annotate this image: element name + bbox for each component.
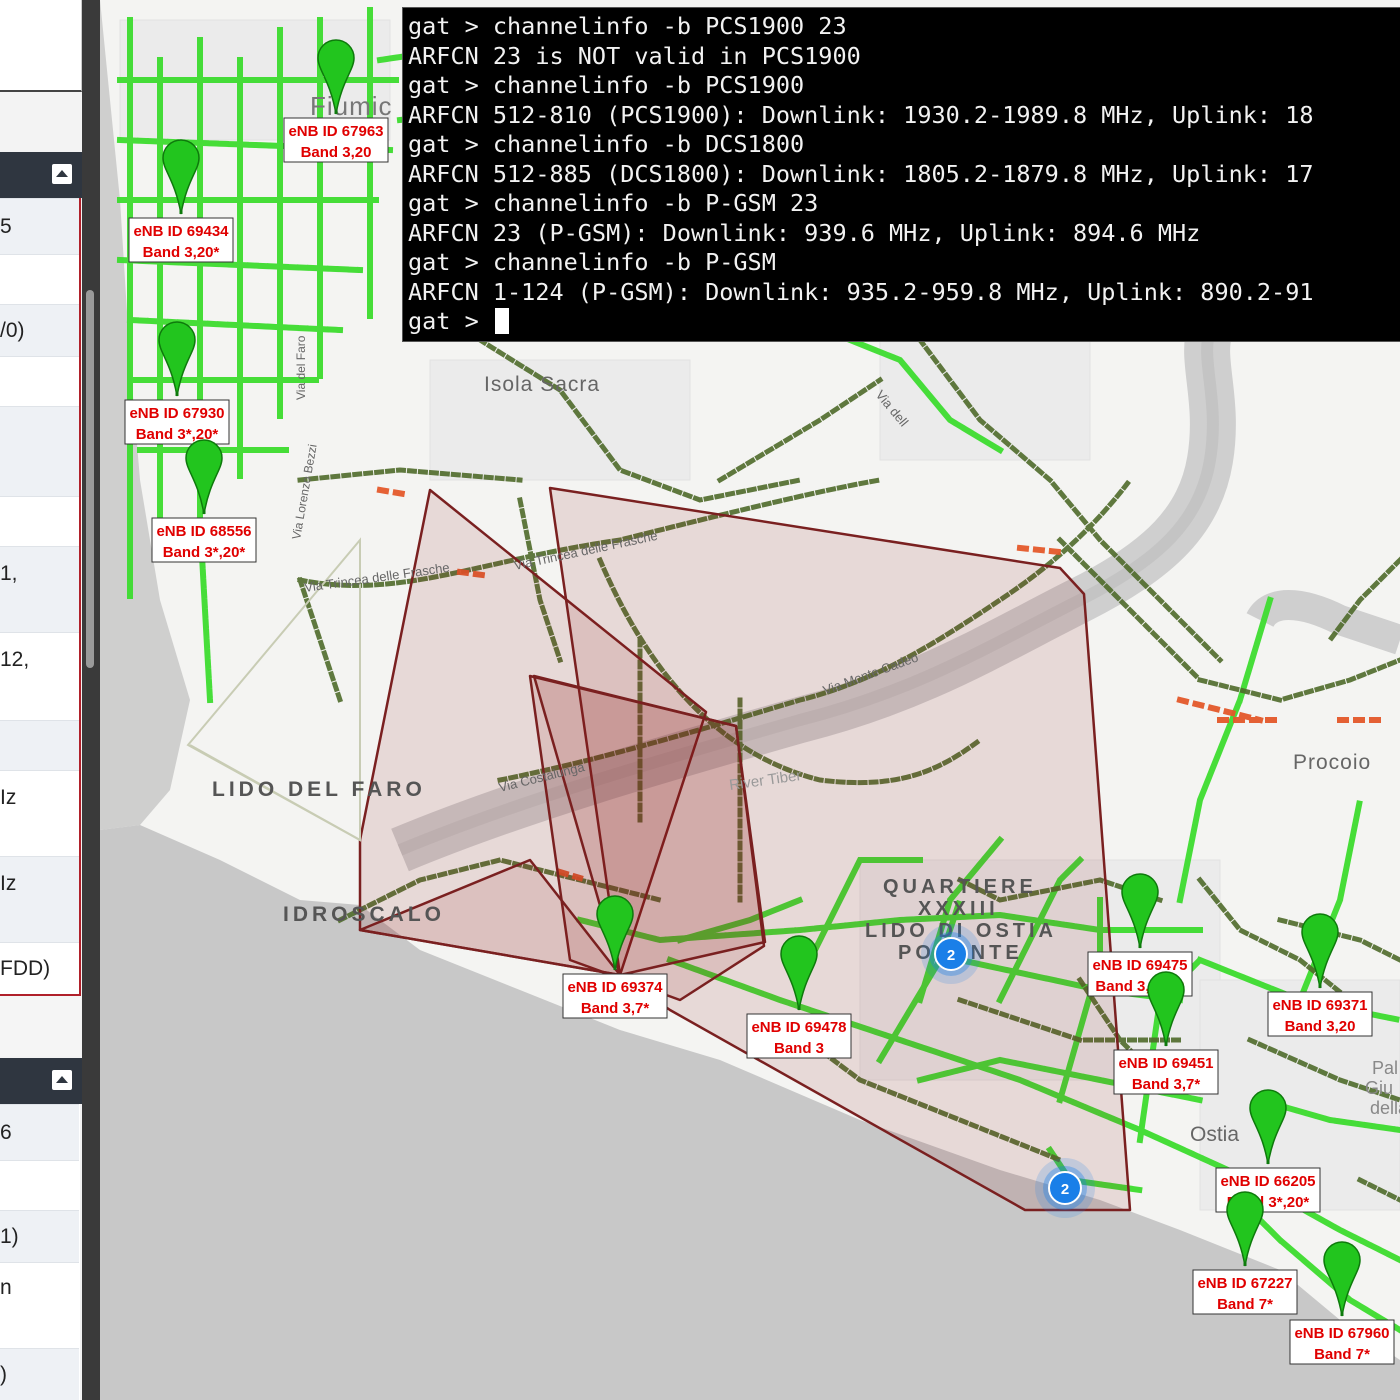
- pin-label-id: eNB ID 67960: [1294, 1325, 1389, 1342]
- collapse-icon[interactable]: [52, 1070, 72, 1090]
- pin-label-band: Band 3,7*: [1132, 1076, 1201, 1093]
- terminal-prompt: gat >: [408, 307, 493, 335]
- place-label-giu: Giu: [1365, 1078, 1393, 1098]
- cluster-count: 2: [947, 947, 955, 964]
- pin-label-band: Band 7*: [1314, 1346, 1370, 1363]
- terminal-line: gat > channelinfo -b DCS1800: [408, 130, 805, 158]
- place-label-pal: Pal: [1372, 1058, 1398, 1078]
- pin-label-id: eNB ID 69451: [1118, 1055, 1213, 1072]
- terminal-prompt-line[interactable]: gat >: [408, 307, 509, 337]
- section-header-2: [0, 1058, 82, 1104]
- pin-label-band: Band 3*,20*: [163, 544, 246, 561]
- terminal-line: ARFCN 23 is NOT valid in PCS1900: [408, 41, 861, 70]
- pin-label-id: eNB ID 69374: [567, 979, 663, 996]
- scrollbar-thumb[interactable]: [86, 290, 94, 668]
- collapse-icon[interactable]: [52, 164, 72, 184]
- terminal-line: ARFCN 512-885 (DCS1800): Downlink: 1805.…: [408, 159, 1314, 188]
- list-item: 12,: [0, 632, 79, 720]
- place-label-xxxiii: XXXIII: [918, 898, 999, 920]
- list-item: 1,: [0, 546, 79, 632]
- section-gap: [0, 996, 81, 1056]
- list-item: ): [0, 1348, 79, 1400]
- place-label-isola-sacra: Isola Sacra: [484, 373, 600, 396]
- list-item: /0): [0, 304, 79, 356]
- list-item: [0, 1160, 79, 1210]
- section-body-1: 5 /0) 1, 12, Iz Iz FDD): [0, 198, 81, 996]
- list-item: 1): [0, 1210, 79, 1262]
- left-panel-top-box: [0, 0, 82, 92]
- terminal-window[interactable]: gat > channelinfo -b PCS1900 23 ARFCN 23…: [403, 8, 1400, 341]
- place-label-procoio: Procoio: [1293, 751, 1371, 774]
- pin-label-band: Band 7*: [1217, 1296, 1273, 1313]
- pin-label-id: eNB ID 66205: [1220, 1173, 1315, 1190]
- cluster-marker[interactable]: 2: [1035, 1158, 1095, 1218]
- list-item: [0, 720, 79, 770]
- place-label-idroscalo: IDROSCALO: [283, 903, 445, 926]
- pin-label-band: Band 3,7*: [581, 1000, 650, 1017]
- scrollbar-track: [82, 0, 100, 1400]
- list-item: n: [0, 1262, 79, 1348]
- terminal-line: ARFCN 512-810 (PCS1900): Downlink: 1930.…: [408, 100, 1314, 129]
- list-item: Iz: [0, 856, 79, 942]
- cluster-count: 2: [1061, 1181, 1069, 1198]
- left-panel: 5 /0) 1, 12, Iz Iz FDD) 6 1) n ): [0, 0, 82, 1400]
- pin-label-band: Band 3: [774, 1040, 824, 1057]
- terminal-line: ARFCN 1-124 (P-GSM): Downlink: 935.2-959…: [408, 277, 1314, 306]
- pin-label-band: Band 3,20: [301, 144, 372, 161]
- pin-label-band: Band 3,20*: [143, 244, 220, 261]
- pin-label-id: eNB ID 69475: [1092, 957, 1187, 974]
- terminal-line: gat > channelinfo -b P-GSM: [408, 248, 776, 276]
- pin-label-id: eNB ID 67963: [288, 123, 383, 140]
- place-label-ostia: Ostia: [1190, 1123, 1239, 1146]
- list-item: [0, 356, 79, 406]
- street-label-faro: Via del Faro: [294, 335, 308, 400]
- terminal-line: gat > channelinfo -b PCS1900 23: [408, 12, 847, 40]
- cluster-marker[interactable]: 2: [921, 924, 981, 984]
- place-label-della: della: [1370, 1098, 1400, 1118]
- place-label-lido-del-faro: LIDO DEL FARO: [212, 778, 426, 801]
- list-item: [0, 406, 79, 496]
- pin-label-id: eNB ID 67930: [129, 405, 224, 422]
- terminal-line: gat > channelinfo -b P-GSM 23: [408, 189, 819, 217]
- pin-label-band: Band 3,20: [1285, 1018, 1356, 1035]
- list-item: Iz: [0, 770, 79, 856]
- section-body-2: 6 1) n ): [0, 1104, 80, 1400]
- place-label-quartiere: QUARTIERE: [883, 876, 1037, 898]
- pin-label-id: eNB ID 69434: [133, 223, 229, 240]
- list-item: [0, 496, 79, 546]
- terminal-line: gat > channelinfo -b PCS1900: [408, 71, 805, 99]
- place-label-fiumicino: Fiumic: [310, 91, 393, 121]
- pin-label-id: eNB ID 69478: [751, 1019, 846, 1036]
- list-item: 6: [0, 1104, 79, 1160]
- section-header-1: [0, 152, 82, 198]
- pin-label-id: eNB ID 68556: [156, 523, 251, 540]
- list-item: FDD): [0, 942, 79, 994]
- list-item: 5: [0, 198, 79, 254]
- pin-label-id: eNB ID 69371: [1272, 997, 1367, 1014]
- pin-label-id: eNB ID 67227: [1197, 1275, 1292, 1292]
- terminal-line: ARFCN 23 (P-GSM): Downlink: 939.6 MHz, U…: [408, 218, 1201, 247]
- list-item: [0, 254, 79, 304]
- terminal-cursor: [494, 308, 509, 334]
